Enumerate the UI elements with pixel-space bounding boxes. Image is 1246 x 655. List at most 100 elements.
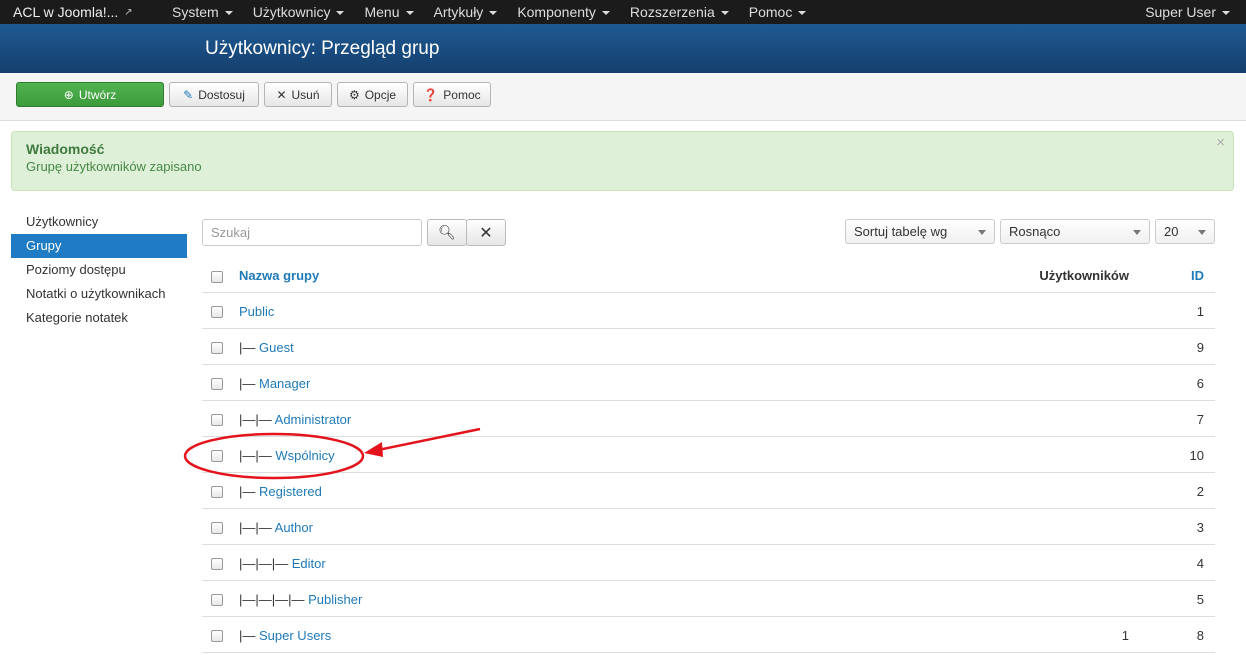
- caret-down-icon: [336, 11, 345, 15]
- menu-system[interactable]: System: [172, 4, 233, 20]
- caret-down-icon: [798, 11, 807, 15]
- search-input[interactable]: Szukaj: [202, 219, 422, 246]
- edit-icon: ✎: [183, 87, 194, 102]
- group-id: 7: [1196, 412, 1204, 427]
- group-link[interactable]: Administrator: [275, 412, 352, 427]
- table-row: |— Super Users 1 8: [202, 617, 1215, 653]
- main-menu: System Użytkownicy Menu Artykuły Kompone…: [172, 4, 826, 20]
- sidebar: Użytkownicy Grupy Poziomy dostępu Notatk…: [11, 210, 187, 330]
- group-link[interactable]: Wspólnicy: [275, 448, 334, 463]
- group-id: 8: [1196, 628, 1204, 643]
- sidebar-item-user-notes[interactable]: Notatki o użytkownikach: [11, 282, 187, 306]
- message-text: Grupę użytkowników zapisano: [26, 159, 202, 174]
- row-checkbox[interactable]: [211, 306, 223, 318]
- delete-button[interactable]: ✕ Usuń: [264, 82, 332, 107]
- table-row: |—|—|—|— Publisher 5: [202, 581, 1215, 617]
- group-id: 4: [1196, 556, 1204, 571]
- row-checkbox[interactable]: [211, 630, 223, 642]
- edit-label: Dostosuj: [198, 87, 245, 102]
- close-icon[interactable]: ×: [1216, 134, 1225, 151]
- group-link[interactable]: Guest: [259, 340, 294, 355]
- tree-prefix: |—: [239, 628, 259, 643]
- menu-label: System: [172, 4, 219, 20]
- tree-prefix: |—|—|—|—: [239, 592, 309, 607]
- limit-select[interactable]: 20: [1155, 219, 1215, 244]
- search-button[interactable]: 🔍︎: [427, 219, 467, 246]
- group-link[interactable]: Author: [275, 520, 313, 535]
- row-checkbox[interactable]: [211, 558, 223, 570]
- clear-button[interactable]: ✕: [466, 219, 506, 246]
- search-icon: 🔍︎: [438, 224, 456, 240]
- group-name-cell: |— Manager: [239, 376, 310, 391]
- table-row: |—|— Author 3: [202, 509, 1215, 545]
- help-button[interactable]: ❓ Pomoc: [413, 82, 491, 107]
- caret-down-icon: [720, 11, 729, 15]
- group-id: 1: [1196, 304, 1204, 319]
- tree-prefix: |—: [239, 484, 259, 499]
- group-link[interactable]: Publisher: [308, 592, 362, 607]
- menu-users[interactable]: Użytkownicy: [253, 4, 345, 20]
- tree-prefix: |—|—: [239, 448, 276, 463]
- help-label: Pomoc: [443, 87, 481, 102]
- group-link[interactable]: Public: [239, 304, 274, 319]
- group-id: 3: [1196, 520, 1204, 535]
- user-menu[interactable]: Super User: [1145, 0, 1230, 24]
- select-all-checkbox[interactable]: [211, 271, 223, 283]
- caret-down-icon: [224, 11, 233, 15]
- options-label: Opcje: [364, 87, 397, 102]
- tree-prefix: |—|—: [239, 520, 275, 535]
- group-link[interactable]: Registered: [259, 484, 322, 499]
- message-heading: Wiadomość: [26, 141, 105, 157]
- group-link[interactable]: Editor: [292, 556, 326, 571]
- menu-components[interactable]: Komponenty: [517, 4, 610, 20]
- group-link[interactable]: Super Users: [259, 628, 331, 643]
- top-navbar: ACL w Joomla!... ↗ System Użytkownicy Me…: [0, 0, 1246, 24]
- site-brand[interactable]: ACL w Joomla!... ↗: [0, 4, 172, 20]
- users-count: 1: [1121, 628, 1129, 643]
- limit-select-value: 20: [1164, 224, 1179, 239]
- sidebar-item-note-categories[interactable]: Kategorie notatek: [11, 306, 187, 330]
- row-checkbox[interactable]: [211, 450, 223, 462]
- create-button[interactable]: ⊕ Utwórz: [16, 82, 164, 107]
- group-name-cell: |— Registered: [239, 484, 322, 499]
- caret-down-icon: [1222, 11, 1230, 15]
- header-users: Użytkowników: [1039, 268, 1129, 283]
- menu-extensions[interactable]: Rozszerzenia: [630, 4, 729, 20]
- options-button[interactable]: ⚙ Opcje: [337, 82, 408, 107]
- tree-prefix: |—|—: [239, 412, 275, 427]
- menu-label: Artykuły: [433, 4, 484, 20]
- row-checkbox[interactable]: [211, 594, 223, 606]
- chevron-down-icon: [1133, 230, 1141, 235]
- group-id: 9: [1196, 340, 1204, 355]
- group-name-cell: |—|— Administrator: [239, 412, 351, 427]
- header-id[interactable]: ID: [1191, 268, 1204, 283]
- sort-select[interactable]: Sortuj tabelę wg: [845, 219, 995, 244]
- group-link[interactable]: Manager: [259, 376, 310, 391]
- menu-articles[interactable]: Artykuły: [434, 4, 498, 20]
- menu-help[interactable]: Pomoc: [749, 4, 807, 20]
- order-select[interactable]: Rosnąco: [1000, 219, 1150, 244]
- sidebar-item-groups[interactable]: Grupy: [11, 234, 187, 258]
- row-checkbox[interactable]: [211, 486, 223, 498]
- group-name-cell: |—|—|— Editor: [239, 556, 326, 571]
- menu-label: Komponenty: [517, 4, 596, 20]
- caret-down-icon: [601, 11, 610, 15]
- group-name-cell: |— Super Users: [239, 628, 331, 643]
- header-group-name[interactable]: Nazwa grupy: [239, 268, 319, 283]
- edit-button[interactable]: ✎ Dostosuj: [169, 82, 259, 107]
- sidebar-item-users[interactable]: Użytkownicy: [11, 210, 187, 234]
- menu-menus[interactable]: Menu: [364, 4, 414, 20]
- sidebar-item-access-levels[interactable]: Poziomy dostępu: [11, 258, 187, 282]
- table-row: |— Guest 9: [202, 329, 1215, 365]
- row-checkbox[interactable]: [211, 378, 223, 390]
- row-checkbox[interactable]: [211, 342, 223, 354]
- row-checkbox[interactable]: [211, 414, 223, 426]
- delete-label: Usuń: [291, 87, 320, 102]
- external-link-icon[interactable]: ↗: [124, 7, 132, 18]
- menu-label: Menu: [364, 4, 400, 20]
- menu-label: Pomoc: [748, 4, 793, 20]
- table-header: Nazwa grupy Użytkowników ID: [202, 257, 1215, 293]
- toolbar: ⊕ Utwórz ✎ Dostosuj ✕ Usuń ⚙ Opcje ❓ Pom…: [0, 73, 1246, 121]
- row-checkbox[interactable]: [211, 522, 223, 534]
- site-name[interactable]: ACL w Joomla!...: [13, 4, 118, 20]
